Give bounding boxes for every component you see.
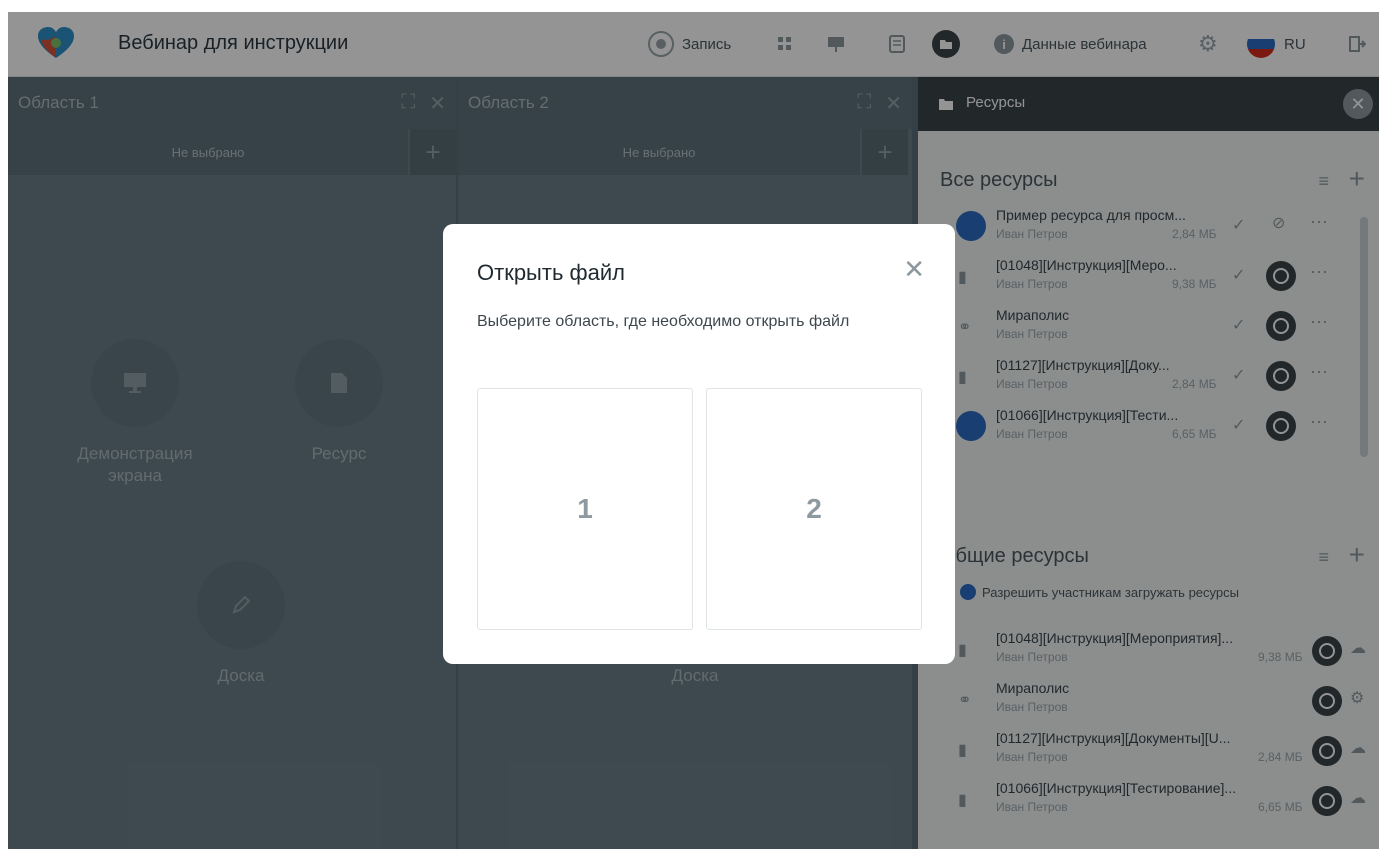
app-window: Вебинар для инструкции Запись i Данные в…: [8, 12, 1379, 849]
open-file-dialog: Открыть файл ✕ Выберите область, где нео…: [443, 224, 955, 664]
area-2-option[interactable]: 2: [706, 388, 922, 630]
area-1-option[interactable]: 1: [477, 388, 693, 630]
dialog-title: Открыть файл: [477, 260, 625, 285]
close-icon[interactable]: ✕: [903, 254, 925, 285]
dialog-description: Выберите область, где необходимо открыть…: [477, 313, 850, 330]
